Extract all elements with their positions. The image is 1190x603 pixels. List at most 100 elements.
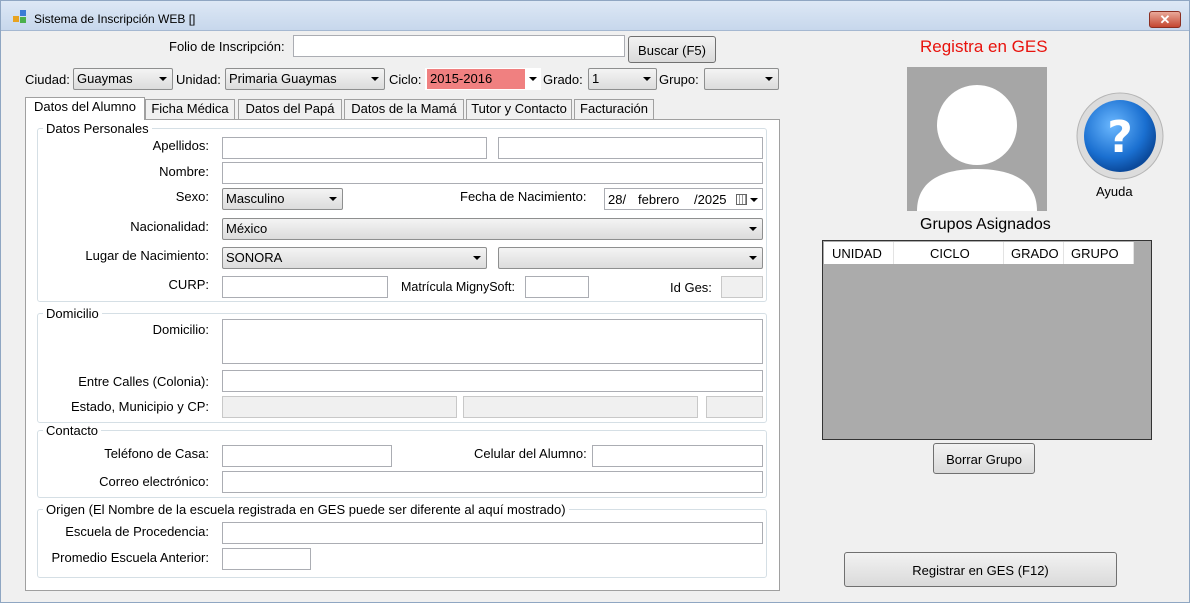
unidad-value: Primaria Guaymas [229,71,337,86]
lugar-municipio-combo[interactable] [498,247,763,269]
escuela-procedencia-label: Escuela de Procedencia: [65,524,209,539]
sexo-combo[interactable]: Masculino [222,188,343,210]
sexo-label: Sexo: [175,189,209,204]
promedio-label: Promedio Escuela Anterior: [51,550,209,565]
correo-label: Correo electrónico: [99,474,209,489]
fecha-anio[interactable]: /2025 [694,192,727,207]
chevron-down-icon [749,256,757,260]
apellido-materno-input[interactable] [498,137,763,159]
fecha-nacimiento-picker[interactable]: 28/ febrero /2025 [604,188,763,210]
chevron-down-icon [159,77,167,81]
grupo-combo[interactable] [704,68,779,90]
entre-calles-input[interactable] [222,370,763,392]
curp-input[interactable] [222,276,388,298]
tab-datos-alumno[interactable]: Datos del Alumno [25,97,145,120]
tab-ficha-medica[interactable]: Ficha Médica [145,99,235,119]
title-bar[interactable]: Sistema de Inscripción WEB [] ✕ [1,1,1189,31]
ciudad-label: Ciudad: [25,72,70,87]
celular-input[interactable] [592,445,763,467]
grid-col-grado[interactable]: GRADO [1004,242,1064,264]
folio-input[interactable] [293,35,625,57]
domicilio-input[interactable] [222,319,763,364]
ayuda-label: Ayuda [1096,184,1133,199]
tab-datos-papa[interactable]: Datos del Papá [238,99,342,119]
calendar-icon[interactable] [736,194,747,205]
registra-ges-label: Registra en GES [920,37,1048,56]
fecha-nacimiento-label: Fecha de Nacimiento: [460,189,587,204]
unidad-combo[interactable]: Primaria Guaymas [225,68,385,90]
nacionalidad-label: Nacionalidad: [130,219,209,234]
tab-datos-mama[interactable]: Datos de la Mamá [344,99,464,119]
grado-value: 1 [592,71,600,86]
celular-label: Celular del Alumno: [474,446,587,461]
lugar-nacimiento-label: Lugar de Nacimiento: [85,248,209,263]
ciudad-value: Guaymas [77,71,133,86]
grupos-grid[interactable]: UNIDAD CICLO GRADO GRUPO [822,240,1152,440]
matricula-input[interactable] [525,276,589,298]
estado-municipio-cp-label: Estado, Municipio y CP: [70,399,209,414]
apellido-paterno-input[interactable] [222,137,487,159]
chevron-down-icon [643,77,651,81]
ciclo-value: 2015-2016 [427,69,525,89]
registrar-ges-button[interactable]: Registrar en GES (F12) [844,552,1117,587]
chevron-down-icon [529,77,537,81]
grid-col-unidad[interactable]: UNIDAD [824,242,894,264]
lugar-estado-value: SONORA [226,250,283,265]
borrar-grupo-button[interactable]: Borrar Grupo [933,443,1035,474]
apellidos-label: Apellidos: [152,138,209,153]
grupos-asignados-label: Grupos Asignados [920,216,1051,233]
help-button[interactable]: ? [1075,92,1165,182]
chevron-down-icon [329,197,337,201]
entre-calles-label: Entre Calles (Colonia): [78,374,209,389]
datos-personales-title: Datos Personales [43,121,152,136]
fecha-mes[interactable]: febrero [638,192,679,207]
chevron-down-icon [750,198,758,202]
idges-input [721,276,763,298]
grupo-label: Grupo: [659,72,699,87]
nombre-input[interactable] [222,162,763,184]
chevron-down-icon [765,77,773,81]
close-button[interactable]: ✕ [1149,11,1181,28]
contacto-title: Contacto [43,423,102,438]
estado-input [222,396,457,418]
grado-combo[interactable]: 1 [588,68,657,90]
svg-text:?: ? [1107,112,1133,163]
ciclo-combo[interactable]: 2015-2016 [425,68,541,90]
telefono-label: Teléfono de Casa: [104,446,209,461]
matricula-label: Matrícula MignySoft: [401,280,515,294]
buscar-button[interactable]: Buscar (F5) [628,36,716,63]
promedio-input[interactable] [222,548,311,570]
curp-label: CURP: [168,277,209,292]
origen-title: Origen (El Nombre de la escuela registra… [43,502,569,517]
nacionalidad-combo[interactable]: México [222,218,763,240]
window-title: Sistema de Inscripción WEB [] [34,12,196,26]
student-photo [907,67,1047,211]
idges-label: Id Ges: [670,280,712,295]
folio-label: Folio de Inscripción: [169,39,285,54]
unidad-label: Unidad: [176,72,221,87]
telefono-input[interactable] [222,445,392,467]
app-icon [13,10,27,23]
domicilio-title: Domicilio [43,306,102,321]
nacionalidad-value: México [226,221,268,236]
municipio-input [463,396,698,418]
correo-input[interactable] [222,471,763,493]
grado-label: Grado: [543,72,583,87]
ciudad-combo[interactable]: Guaymas [73,68,173,90]
lugar-estado-combo[interactable]: SONORA [222,247,487,269]
main-window: Sistema de Inscripción WEB [] ✕ Folio de… [0,0,1190,603]
tab-tutor-contacto[interactable]: Tutor y Contacto [466,99,572,119]
chevron-down-icon [371,77,379,81]
grid-col-ciclo[interactable]: CICLO [894,242,1004,264]
sexo-value: Masculino [226,191,285,206]
nombre-label: Nombre: [159,164,209,179]
chevron-down-icon [749,227,757,231]
user-avatar-icon [917,85,1037,211]
tab-facturacion[interactable]: Facturación [574,99,654,119]
escuela-procedencia-input[interactable] [222,522,763,544]
domicilio-label: Domicilio: [152,322,209,337]
help-icon: ? [1076,92,1164,180]
chevron-down-icon [473,256,481,260]
grid-col-grupo[interactable]: GRUPO [1064,242,1134,264]
fecha-dia[interactable]: 28/ [608,192,626,207]
